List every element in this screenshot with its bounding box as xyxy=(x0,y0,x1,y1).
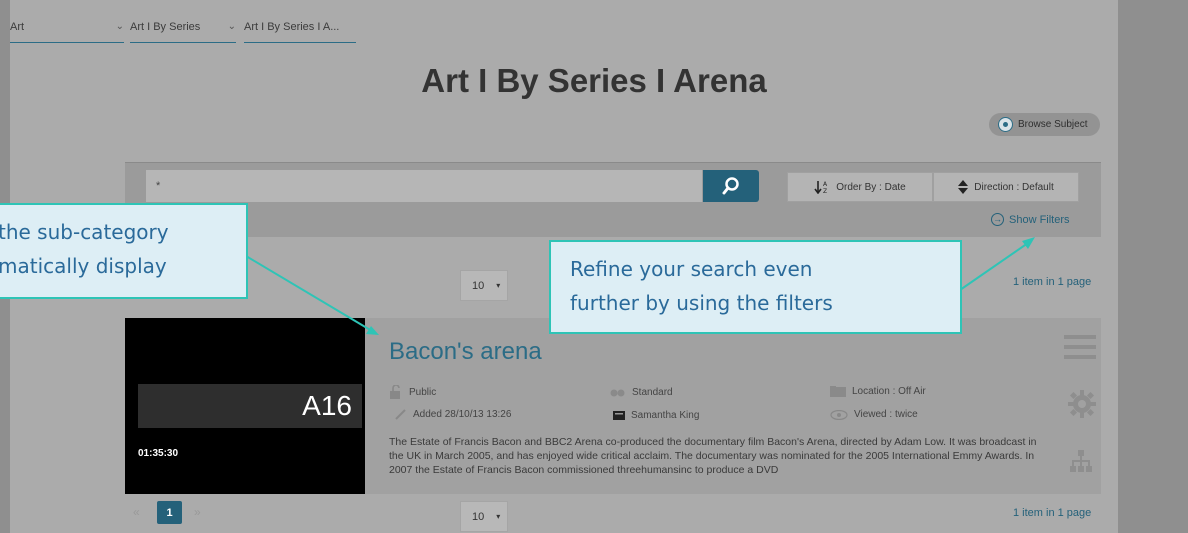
callout-left: the sub-category matically display xyxy=(0,203,248,299)
callout-arrowhead-left xyxy=(366,326,379,335)
callout-arrow-right xyxy=(959,242,1029,291)
callout-arrowhead-right xyxy=(1022,237,1035,249)
callout-arrow-left xyxy=(245,255,373,332)
callout-right: Refine your search even further by using… xyxy=(549,240,962,334)
